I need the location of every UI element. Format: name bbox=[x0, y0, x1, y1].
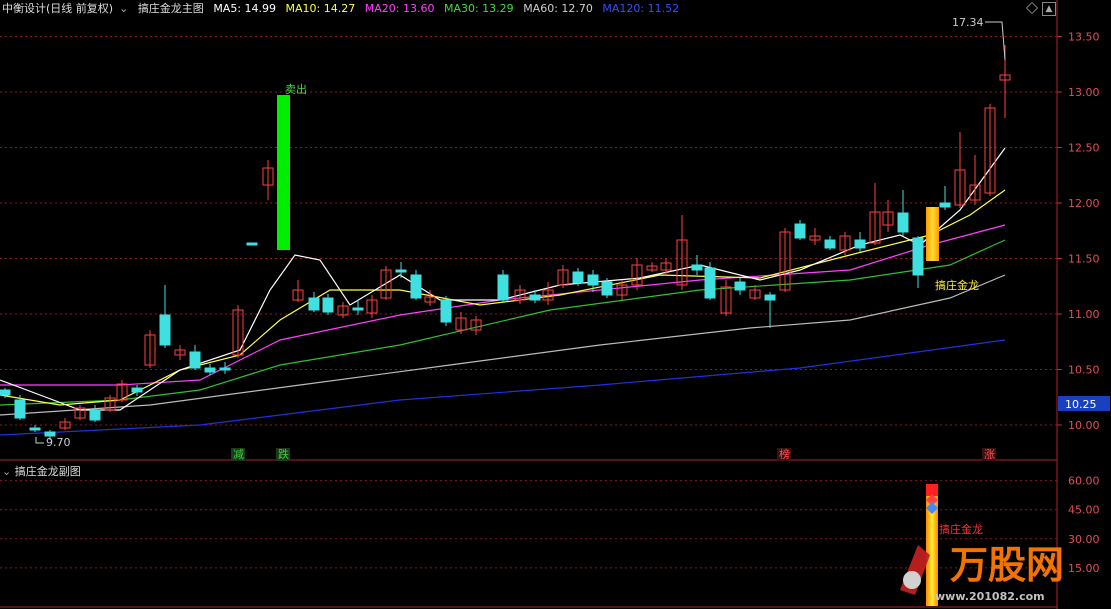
candle-body bbox=[794, 223, 806, 239]
candlesticks bbox=[0, 45, 1011, 440]
sub-grid bbox=[0, 480, 1057, 569]
price-axis: 17.0016.5016.0015.5015.0014.5014.0013.50… bbox=[1057, 31, 1100, 432]
high-price-label: 17.34 bbox=[952, 16, 984, 29]
candle-body bbox=[497, 274, 509, 301]
candle-body bbox=[14, 399, 26, 419]
candle-body bbox=[189, 351, 201, 369]
candle-body bbox=[308, 297, 320, 311]
sub-dragon-label: 搞庄金龙 bbox=[939, 522, 983, 536]
candle-body bbox=[410, 274, 422, 299]
candle-body bbox=[352, 307, 364, 311]
sub-tick: 45.00 bbox=[1068, 504, 1100, 517]
event-marker-1: 减 bbox=[233, 448, 244, 461]
sub-tick: 30.00 bbox=[1068, 533, 1100, 546]
sell-label: 卖出 bbox=[285, 82, 307, 96]
price-tick: 11.50 bbox=[1068, 253, 1100, 266]
candle-body bbox=[29, 427, 41, 431]
event-marker-3: 榜 bbox=[779, 447, 790, 461]
dragon-label: 搞庄金龙 bbox=[935, 278, 979, 292]
event-marker-4: 涨 bbox=[984, 448, 995, 461]
candle-body bbox=[734, 281, 746, 291]
candle-body bbox=[587, 274, 599, 286]
current-price: 10.25 bbox=[1065, 398, 1097, 411]
sub-tick: 60.00 bbox=[1068, 475, 1100, 488]
candle-body bbox=[159, 314, 171, 346]
low-price-pointer bbox=[35, 437, 44, 444]
high-price-pointer bbox=[985, 21, 1006, 61]
candle-body bbox=[219, 367, 231, 371]
candle-body bbox=[824, 239, 836, 249]
candle-body bbox=[0, 389, 11, 396]
sub-axis: 60.00 45.00 30.00 15.00 bbox=[1068, 475, 1100, 575]
price-tick: 13.00 bbox=[1068, 86, 1100, 99]
price-tick: 11.00 bbox=[1068, 308, 1100, 321]
candle-body bbox=[939, 202, 951, 208]
candle-body bbox=[572, 271, 584, 284]
candle-body bbox=[440, 299, 452, 323]
candle-body bbox=[854, 239, 866, 249]
ma-line bbox=[0, 239, 1006, 406]
candle-body bbox=[691, 264, 703, 271]
chart-canvas[interactable]: 17.0016.5016.0015.5015.0014.5014.0013.50… bbox=[0, 0, 1111, 609]
price-tick: 13.50 bbox=[1068, 31, 1100, 44]
candle-body bbox=[246, 242, 258, 246]
price-tick: 10.00 bbox=[1068, 419, 1100, 432]
sub-tick: 15.00 bbox=[1068, 562, 1100, 575]
candle-body bbox=[89, 409, 101, 421]
candle-body bbox=[601, 281, 613, 296]
candle-body bbox=[131, 387, 143, 393]
candle-body bbox=[204, 367, 216, 373]
candle-body bbox=[897, 212, 909, 233]
candle-body bbox=[529, 294, 541, 301]
candle-body bbox=[322, 297, 334, 313]
price-tick: 12.50 bbox=[1068, 142, 1100, 155]
candle-body bbox=[912, 237, 924, 276]
event-markers: 减 跌 榜 涨 bbox=[231, 447, 996, 461]
candle-body bbox=[704, 267, 716, 299]
low-price-label: 9.70 bbox=[46, 436, 71, 449]
price-tick: 10.50 bbox=[1068, 364, 1100, 377]
candle-body bbox=[395, 269, 407, 273]
watermark-text: 万股网 bbox=[950, 543, 1064, 587]
watermark-url: www.201082.com bbox=[935, 590, 1045, 603]
dragon-signal-bar bbox=[926, 207, 939, 261]
sell-signal-bar bbox=[277, 95, 290, 250]
event-marker-2: 跌 bbox=[278, 447, 289, 461]
ma-line bbox=[0, 339, 1006, 436]
price-tick: 12.00 bbox=[1068, 197, 1100, 210]
candle-body bbox=[764, 294, 776, 301]
